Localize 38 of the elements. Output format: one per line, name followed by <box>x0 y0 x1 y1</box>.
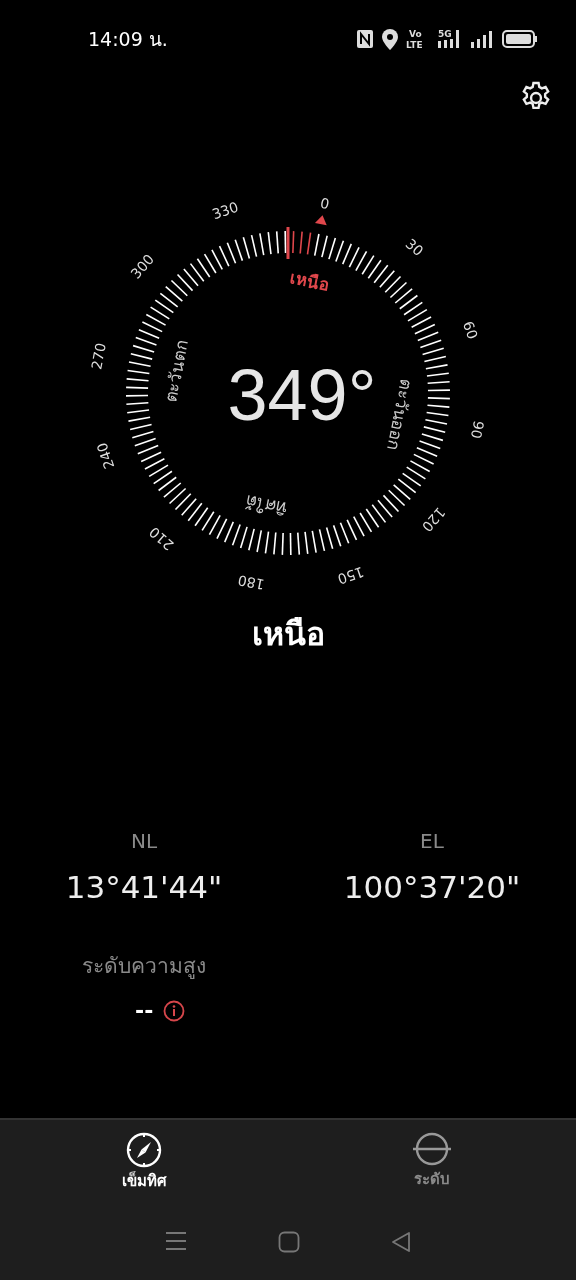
degree-label: 240 <box>93 440 118 472</box>
cardinal-label: ทิศใต้ <box>244 491 289 519</box>
coordinate-label: EL <box>419 828 445 855</box>
degree-label: 60 <box>460 319 481 342</box>
altitude-value: -- <box>135 997 154 1025</box>
status-time: 14:09 น. <box>88 26 168 52</box>
volte-icon: Vo LTE <box>406 29 428 49</box>
coordinate-value: 100°37'20" <box>342 868 522 907</box>
degree-label: 180 <box>236 572 266 593</box>
coordinate-label: NL <box>129 828 159 855</box>
degree-label: 270 <box>88 341 109 371</box>
compass-icon <box>126 1132 162 1168</box>
home-key[interactable] <box>278 1230 300 1253</box>
cardinal-label: ตะวันตก <box>160 338 192 405</box>
nav-tab[interactable]: เข็มทิศ <box>121 1132 167 1193</box>
degree-label: 330 <box>209 198 241 223</box>
direction-label: เหนือ <box>250 614 326 655</box>
degree-label: 90 <box>467 419 487 441</box>
menu-key[interactable] <box>165 1230 188 1253</box>
cardinal-label: ตะวันออก <box>383 377 417 452</box>
degree-label: 30 <box>402 235 427 260</box>
back-key[interactable] <box>390 1230 411 1253</box>
location-icon <box>382 28 398 50</box>
signal-icon <box>470 29 494 49</box>
degree-label: 0 <box>318 194 331 213</box>
coordinate-value: 13°41'44" <box>64 868 224 907</box>
level-icon <box>412 1132 452 1166</box>
altitude-label: ระดับความสูง <box>82 952 207 981</box>
heading-reading: 349° <box>227 355 377 435</box>
battery-icon <box>502 30 538 48</box>
degree-label: 210 <box>146 523 177 554</box>
info-icon[interactable] <box>163 999 186 1022</box>
degree-label: 150 <box>335 563 367 588</box>
nav-tab[interactable]: ระดับ <box>412 1132 452 1193</box>
heading-indicator <box>286 227 290 259</box>
cardinal-label: เหนือ <box>288 267 331 295</box>
north-pointer-icon <box>314 215 327 226</box>
nfc-icon <box>356 29 374 49</box>
